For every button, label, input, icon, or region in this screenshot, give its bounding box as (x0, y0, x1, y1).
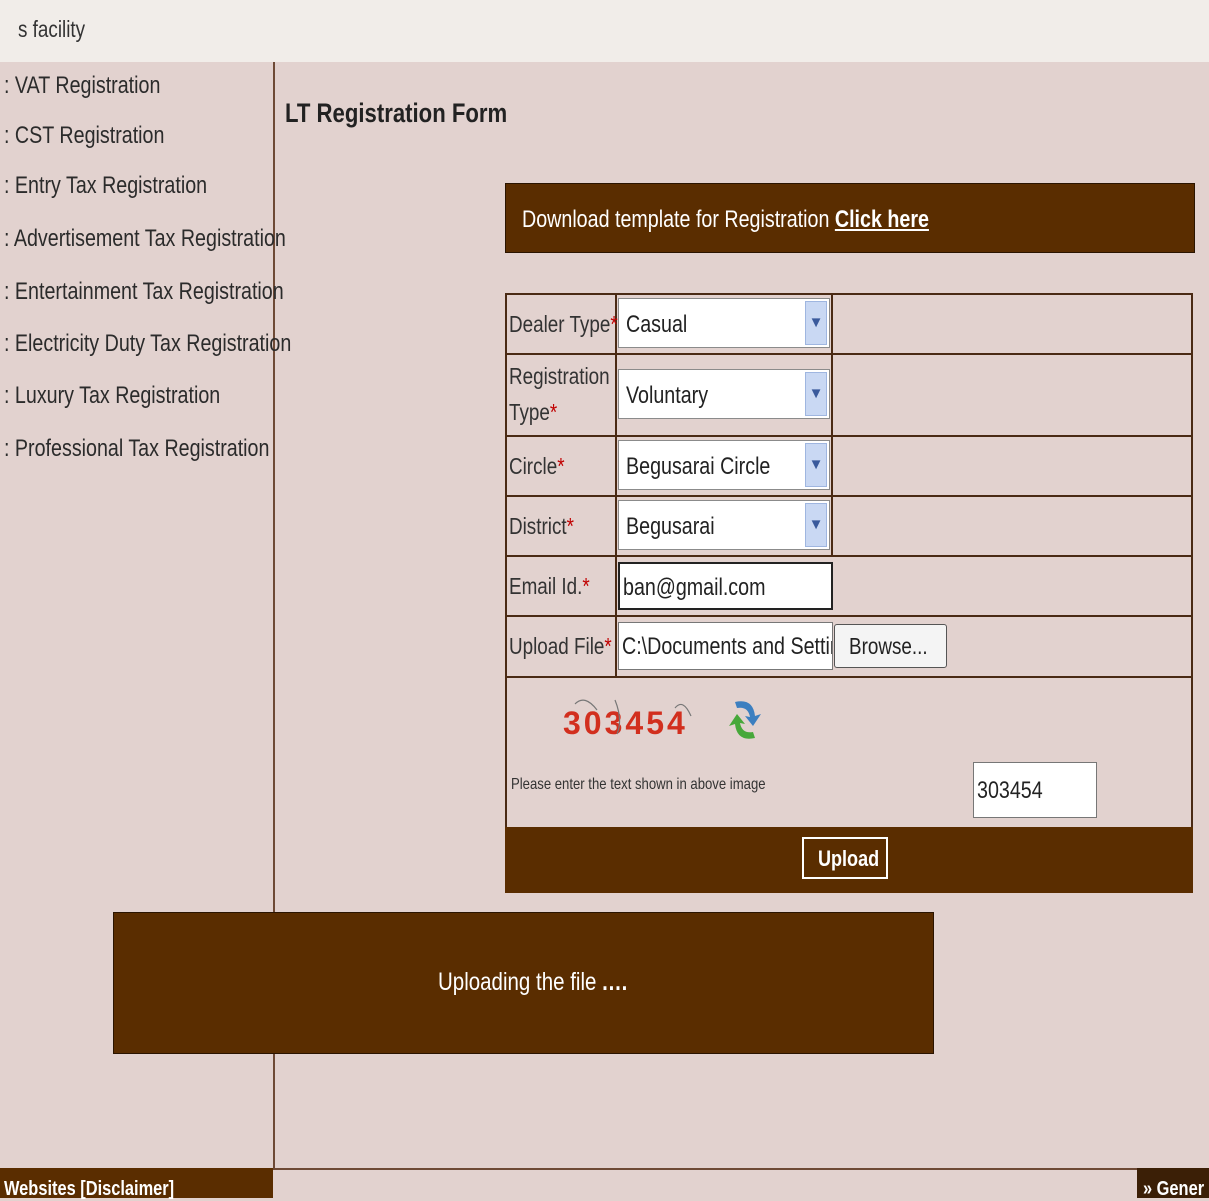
email-label: Email Id.* (507, 557, 617, 615)
required-mark: * (557, 453, 565, 479)
download-template-text: Download template for Registration Click… (522, 206, 929, 234)
sidebar-item-label: : Advertisement Tax Registration (4, 225, 286, 252)
email-cell: ban@gmail.com (617, 557, 833, 615)
email-field[interactable]: ban@gmail.com (618, 562, 833, 610)
circle-value: Begusarai Circle (626, 453, 771, 480)
registration-type-cell: Voluntary ▼ (617, 355, 833, 435)
captcha-prompt: Please enter the text shown in above ima… (511, 776, 766, 793)
uploading-status-box: Uploading the file .... (113, 912, 934, 1054)
district-label-text: District (509, 513, 567, 539)
circle-row: Circle* Begusarai Circle ▼ (507, 437, 1191, 497)
circle-cell: Begusarai Circle ▼ (617, 437, 833, 495)
registration-type-label: Registration Type* (507, 355, 617, 435)
sidebar-item-label: : Entry Tax Registration (4, 172, 208, 199)
registration-type-label-line2: Type (509, 399, 550, 425)
captcha-input[interactable]: 303454 (973, 762, 1097, 818)
district-row: District* Begusarai ▼ (507, 497, 1191, 557)
dealer-type-select[interactable]: Casual ▼ (618, 298, 830, 348)
required-mark: * (549, 399, 558, 425)
sidebar-item-label: : Professional Tax Registration (4, 435, 270, 462)
required-mark: * (582, 573, 590, 599)
uploading-message: Uploading the file (438, 968, 597, 996)
upload-button[interactable]: Upload (802, 837, 888, 879)
email-row: Email Id.* ban@gmail.com (507, 557, 1191, 617)
upload-file-value: C:\Documents and Settin (622, 633, 833, 660)
upload-file-row: Upload File* C:\Documents and Settin Bro… (507, 617, 1191, 678)
email-value: ban@gmail.com (623, 574, 766, 601)
district-label: District* (507, 497, 617, 555)
download-template-bar: Download template for Registration Click… (505, 183, 1195, 253)
page-title: LT Registration Form (285, 98, 556, 129)
captcha-row: 303454 Please enter the text shown in ab… (507, 678, 1191, 830)
registration-form: Dealer Type* Casual ▼ Registration Type*… (505, 293, 1193, 832)
sidebar-item-vat-registration[interactable]: : VAT Registration (4, 72, 195, 100)
page-title-text: LT Registration Form (285, 98, 508, 128)
sidebar-item-entry-tax-registration[interactable]: : Entry Tax Registration (4, 172, 252, 200)
click-here-link[interactable]: Click here (835, 206, 929, 233)
top-bar: s facility (0, 0, 1209, 62)
district-select[interactable]: Begusarai ▼ (618, 500, 830, 550)
refresh-icon[interactable] (729, 701, 761, 739)
circle-label: Circle* (507, 437, 617, 495)
browse-button-label: Browse... (849, 633, 928, 659)
dealer-type-label-text: Dealer Type (509, 311, 611, 337)
email-label-text: Email Id. (509, 573, 583, 599)
sidebar-item-luxury-tax-registration[interactable]: : Luxury Tax Registration (4, 382, 268, 410)
uploading-status-text: Uploading the file .... (438, 968, 628, 997)
footer-left: Websites [Disclaimer] (0, 1168, 273, 1200)
chevron-down-icon[interactable]: ▼ (805, 443, 827, 487)
required-mark: * (604, 633, 612, 659)
registration-type-select[interactable]: Voluntary ▼ (618, 369, 830, 419)
sidebar-item-label: : Luxury Tax Registration (4, 382, 221, 409)
sidebar-item-label: : CST Registration (4, 122, 165, 149)
sidebar-item-label: : Entertainment Tax Registration (4, 278, 284, 305)
upload-file-label: Upload File* (507, 617, 617, 676)
sidebar-item-label: : VAT Registration (4, 72, 161, 99)
download-template-label: Download template for Registration (522, 206, 830, 233)
chevron-down-icon[interactable]: ▼ (805, 503, 827, 547)
circle-label-text: Circle (509, 453, 558, 479)
upload-button-label: Upload (818, 846, 880, 871)
captcha-image: 303454 (563, 699, 761, 740)
circle-select[interactable]: Begusarai Circle ▼ (618, 440, 830, 490)
dealer-type-label: Dealer Type* (507, 295, 618, 353)
district-value: Begusarai (626, 513, 715, 540)
upload-file-cell: C:\Documents and Settin Browse... (617, 617, 1017, 676)
required-mark: * (566, 513, 574, 539)
footer-middle (273, 1168, 1137, 1198)
uploading-dots: .... (602, 968, 629, 996)
registration-type-label-line1: Registration (509, 363, 610, 389)
captcha-image-text: 303454 (563, 705, 688, 740)
captcha-input-value: 303454 (977, 777, 1043, 804)
registration-type-row: Registration Type* Voluntary ▼ (507, 355, 1191, 437)
chevron-down-icon[interactable]: ▼ (805, 301, 827, 345)
facility-title: s facility (18, 16, 86, 42)
dealer-type-cell: Casual ▼ (617, 295, 833, 353)
browse-button[interactable]: Browse... (834, 624, 947, 668)
upload-bar: Upload (505, 827, 1193, 893)
chevron-down-icon[interactable]: ▼ (805, 372, 827, 416)
dealer-type-row: Dealer Type* Casual ▼ (507, 295, 1191, 355)
upload-file-field[interactable]: C:\Documents and Settin (618, 622, 833, 670)
footer-right: » Gener (1137, 1168, 1209, 1200)
upload-file-label-text: Upload File (509, 633, 605, 659)
registration-type-value: Voluntary (626, 382, 709, 409)
sidebar-item-label: : Electricity Duty Tax Registration (4, 330, 292, 357)
dealer-type-value: Casual (626, 311, 688, 338)
sidebar-item-cst-registration[interactable]: : CST Registration (4, 122, 200, 150)
district-cell: Begusarai ▼ (617, 497, 833, 555)
